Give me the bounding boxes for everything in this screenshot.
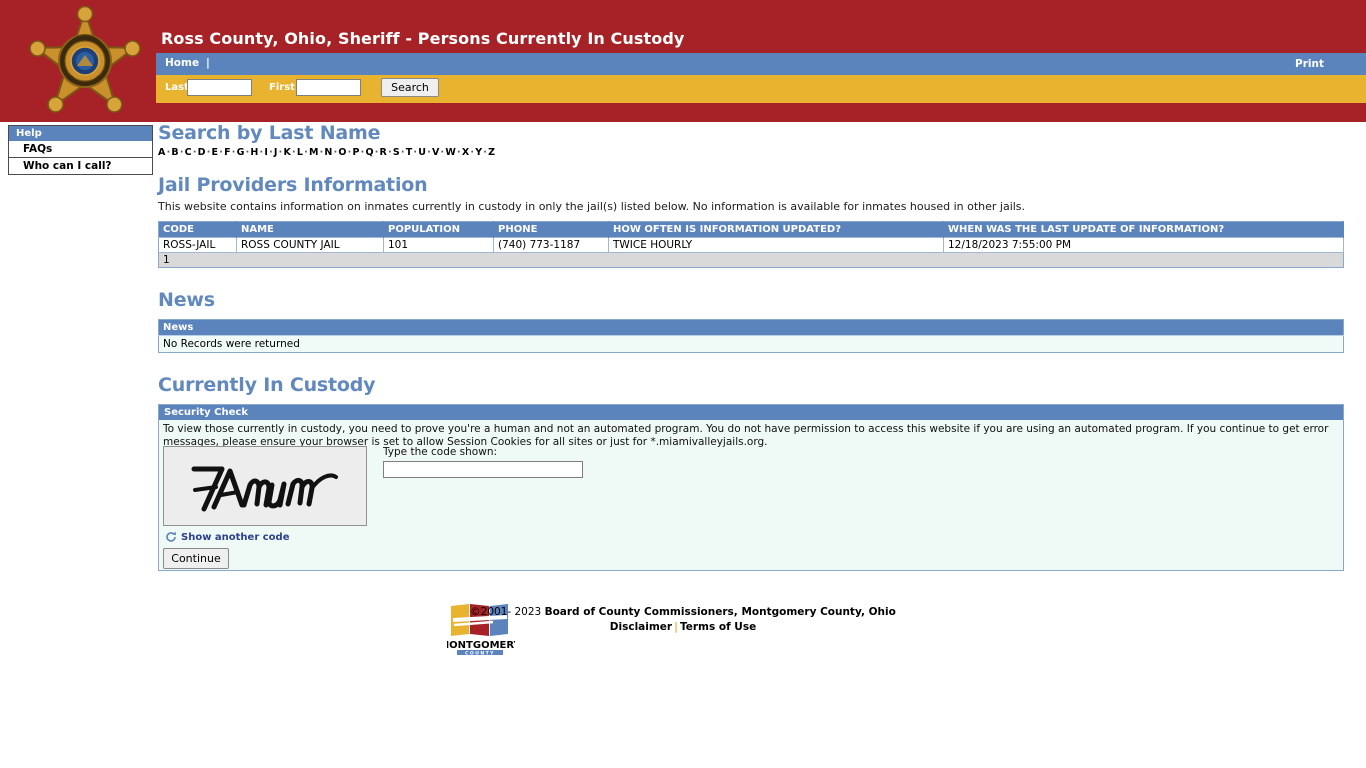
column-phone: PHONE [493, 221, 609, 238]
heading-currently-in-custody: Currently In Custody [158, 374, 376, 396]
page-header: Ross County, Ohio, Sheriff - Persons Cur… [0, 0, 1366, 122]
alpha-link-v[interactable]: V [432, 147, 440, 158]
show-another-code-link[interactable]: Show another code [165, 531, 289, 543]
alpha-link-d[interactable]: D [198, 147, 206, 158]
sidebar-item-who-can-i-call[interactable]: Who can I call? [8, 158, 153, 175]
security-check-body: To view those currently in custody, you … [159, 420, 1343, 570]
alpha-link-s[interactable]: S [393, 147, 400, 158]
first-name-input[interactable] [296, 79, 361, 96]
logo-subwordmark: COUNTY [465, 650, 495, 656]
main-nav-bar: Home | Print [156, 53, 1366, 75]
alpha-link-h[interactable]: H [250, 147, 258, 158]
footer-copyright-prefix: ©2001- 2023 [470, 606, 545, 618]
heading-news: News [158, 289, 215, 311]
alpha-link-z[interactable]: Z [488, 147, 495, 158]
alpha-link-q[interactable]: Q [365, 147, 373, 158]
footer-link-separator: | [674, 621, 678, 633]
captcha-code-input[interactable] [383, 461, 583, 478]
nav-separator: | [206, 57, 210, 69]
table-row: ROSS-JAIL ROSS COUNTY JAIL 101 (740) 773… [158, 237, 1344, 253]
security-check-panel: Security Check To view those currently i… [158, 404, 1344, 571]
alpha-link-c[interactable]: C [185, 147, 192, 158]
cell-last-update: 12/18/2023 7:55:00 PM [943, 237, 1344, 253]
alpha-link-r[interactable]: R [380, 147, 388, 158]
jail-providers-intro: This website contains information on inm… [158, 200, 1026, 213]
alpha-link-a[interactable]: A [158, 147, 166, 158]
main-content: Search by Last Name A·B·C·D·E·F·G·H·I·J·… [158, 122, 1350, 571]
page-footer: MONTGOMERY COUNTY ©2001- 2023 Board of C… [0, 595, 1366, 675]
column-population: POPULATION [383, 221, 494, 238]
sheriff-star-badge-icon [22, 4, 148, 122]
header-content: Ross County, Ohio, Sheriff - Persons Cur… [156, 0, 1366, 122]
alpha-link-b[interactable]: B [171, 147, 178, 158]
cell-population: 101 [383, 237, 494, 253]
nav-link-home[interactable]: Home [165, 57, 199, 69]
alpha-link-g[interactable]: G [237, 147, 245, 158]
column-code: CODE [158, 221, 237, 238]
heading-jail-providers: Jail Providers Information [158, 174, 428, 196]
alpha-link-p[interactable]: P [352, 147, 359, 158]
alpha-link-u[interactable]: U [418, 147, 426, 158]
table-header-row: CODE NAME POPULATION PHONE HOW OFTEN IS … [158, 221, 1344, 238]
type-code-label: Type the code shown: [383, 446, 498, 458]
jail-providers-table: CODE NAME POPULATION PHONE HOW OFTEN IS … [158, 221, 1344, 268]
cell-name: ROSS COUNTY JAIL [236, 237, 384, 253]
pager-page-1[interactable]: 1 [158, 252, 1344, 268]
nav-link-print[interactable]: Print [1295, 58, 1324, 70]
first-name-label: First [269, 82, 295, 93]
alpha-link-f[interactable]: F [224, 147, 231, 158]
news-header-row: News [158, 319, 1344, 336]
alpha-link-m[interactable]: M [309, 147, 319, 158]
cell-code: ROSS-JAIL [158, 237, 237, 253]
news-empty-row: No Records were returned [158, 335, 1344, 353]
last-name-input[interactable] [187, 79, 252, 96]
cell-update-frequency: TWICE HOURLY [608, 237, 944, 253]
alphabet-index: A·B·C·D·E·F·G·H·I·J·K·L·M·N·O·P·Q·R·S·T·… [158, 147, 1350, 158]
footer-link-disclaimer[interactable]: Disclaimer [610, 621, 672, 633]
last-name-label: Last [165, 82, 189, 93]
sidebar-heading-help: Help [8, 125, 153, 141]
news-empty-message: No Records were returned [158, 335, 1344, 353]
captcha-image [163, 446, 367, 526]
table-pager-row: 1 [158, 252, 1344, 268]
security-check-heading: Security Check [159, 405, 1343, 420]
page-title: Ross County, Ohio, Sheriff - Persons Cur… [161, 29, 685, 48]
cell-phone: (740) 773-1187 [493, 237, 609, 253]
search-button[interactable]: Search [381, 78, 439, 97]
column-news: News [158, 319, 1344, 336]
footer-copyright: ©2001- 2023 Board of County Commissioner… [0, 606, 1366, 618]
column-name: NAME [236, 221, 384, 238]
refresh-icon [166, 531, 176, 542]
column-last-update: WHEN WAS THE LAST UPDATE OF INFORMATION? [943, 221, 1344, 238]
alpha-link-k[interactable]: K [283, 147, 291, 158]
news-table: News No Records were returned [158, 319, 1344, 353]
column-update-frequency: HOW OFTEN IS INFORMATION UPDATED? [608, 221, 944, 238]
alpha-link-w[interactable]: W [445, 147, 456, 158]
show-another-code-label: Show another code [181, 531, 290, 543]
heading-search-by-last-name: Search by Last Name [158, 122, 381, 144]
search-bar: Last First Search [156, 75, 1366, 103]
alpha-link-n[interactable]: N [324, 147, 332, 158]
footer-link-terms-of-use[interactable]: Terms of Use [680, 621, 756, 633]
logo-wordmark: MONTGOMERY [447, 640, 515, 651]
footer-links: Disclaimer | Terms of Use [0, 621, 1366, 633]
help-sidebar: Help FAQs Who can I call? [8, 125, 153, 175]
sidebar-item-faqs[interactable]: FAQs [8, 141, 153, 158]
alpha-link-o[interactable]: O [338, 147, 346, 158]
footer-copyright-org: Board of County Commissioners, Montgomer… [544, 606, 896, 618]
continue-button[interactable]: Continue [163, 548, 229, 569]
